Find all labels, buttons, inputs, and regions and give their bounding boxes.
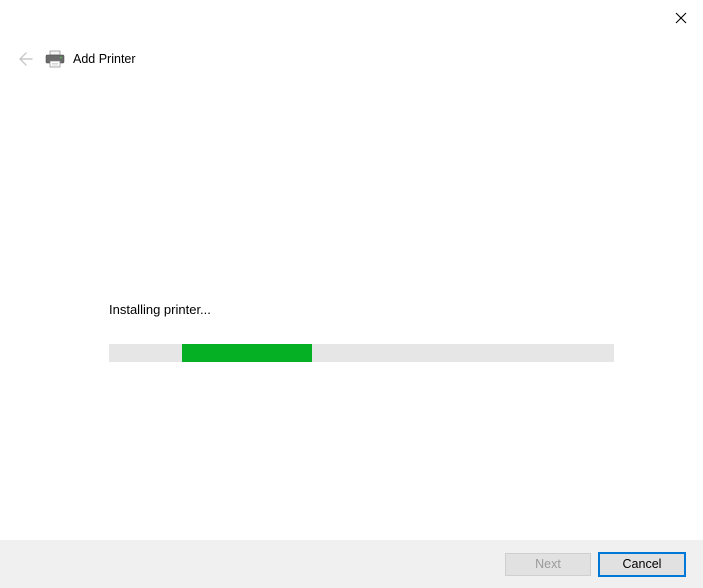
back-button xyxy=(13,48,35,70)
close-button[interactable] xyxy=(673,10,689,26)
cancel-button[interactable]: Cancel xyxy=(599,553,685,576)
add-printer-wizard: Add Printer Installing printer... Next C… xyxy=(0,0,703,588)
wizard-title: Add Printer xyxy=(73,52,136,66)
close-icon xyxy=(675,12,687,24)
progress-bar-fill xyxy=(182,344,312,362)
next-button: Next xyxy=(505,553,591,576)
progress-bar-track xyxy=(109,344,614,362)
wizard-footer: Next Cancel xyxy=(0,540,703,588)
wizard-header: Add Printer xyxy=(0,34,703,70)
titlebar xyxy=(0,0,703,34)
wizard-content: Installing printer... xyxy=(0,70,703,540)
back-arrow-icon xyxy=(15,50,33,68)
printer-icon xyxy=(45,50,65,68)
install-status-text: Installing printer... xyxy=(109,302,703,317)
